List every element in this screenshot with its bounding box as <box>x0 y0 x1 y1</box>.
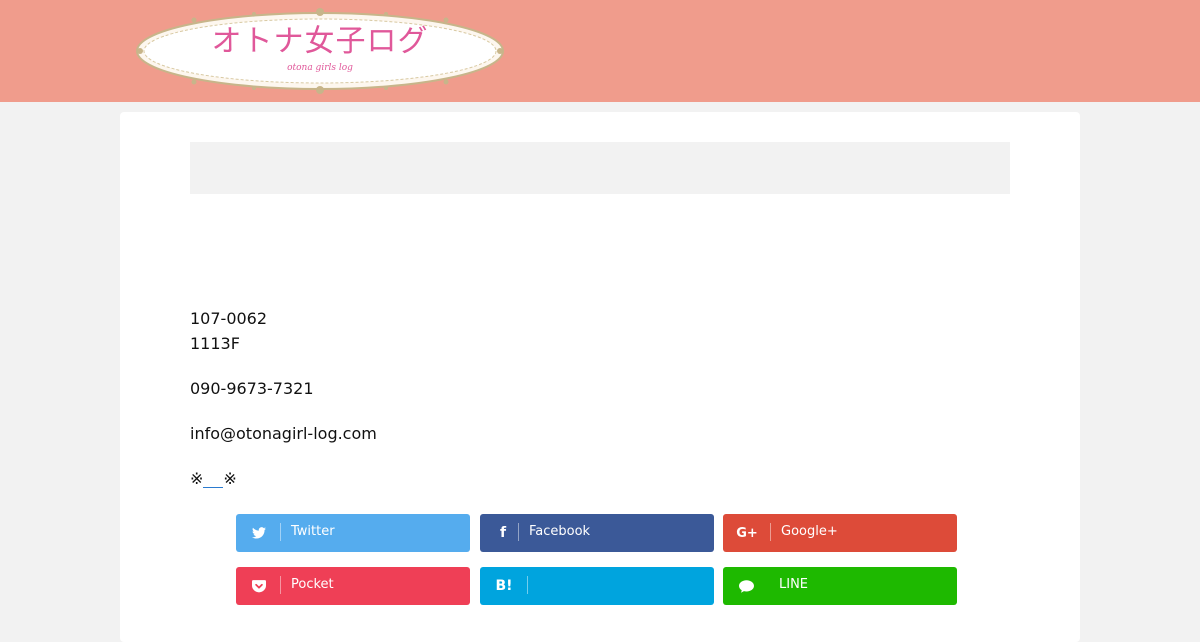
pocket-label: Pocket <box>291 577 334 592</box>
hatena-bookmark-icon: B! <box>495 578 513 594</box>
phone-number: 090-9673-7321 <box>190 379 314 398</box>
share-twitter-button[interactable]: Twitter <box>236 514 470 552</box>
share-hatena-button[interactable]: B! <box>480 567 714 605</box>
share-facebook-button[interactable]: f Facebook <box>480 514 714 552</box>
note-line: ※ ※ <box>190 466 1010 491</box>
share-pocket-button[interactable]: Pocket <box>236 567 470 605</box>
logo-subtitle: otona girls log <box>287 63 353 73</box>
share-line-button[interactable]: LINE <box>723 567 957 605</box>
note-link[interactable] <box>203 473 224 488</box>
chat-bubble-icon <box>737 567 755 605</box>
ad-placeholder <box>190 142 1010 194</box>
email-address: info@otonagirl-log.com <box>190 424 377 443</box>
line-label: LINE <box>779 577 809 592</box>
contact-info: 107-0062 1113F 090-9673-7321 info@otonag… <box>190 306 1010 491</box>
googleplus-label: Google+ <box>781 524 838 539</box>
twitter-icon <box>250 514 268 552</box>
googleplus-icon: G+ <box>736 525 758 541</box>
logo-title: オトナ女子ログ <box>211 24 429 59</box>
content-card: 107-0062 1113F 090-9673-7321 info@otonag… <box>120 112 1080 642</box>
postal-code: 107-0062 <box>190 309 268 328</box>
pocket-icon <box>250 567 268 605</box>
facebook-label: Facebook <box>529 524 591 539</box>
note-prefix: ※ <box>190 469 204 488</box>
note-suffix: ※ <box>223 469 237 488</box>
address-line: 1113F <box>190 334 240 353</box>
site-logo[interactable]: オトナ女子ログ otona girls log <box>134 8 506 94</box>
share-googleplus-button[interactable]: G+ Google+ <box>723 514 957 552</box>
twitter-label: Twitter <box>291 524 335 539</box>
facebook-icon: f <box>499 525 507 541</box>
site-header: オトナ女子ログ otona girls log <box>0 0 1200 102</box>
